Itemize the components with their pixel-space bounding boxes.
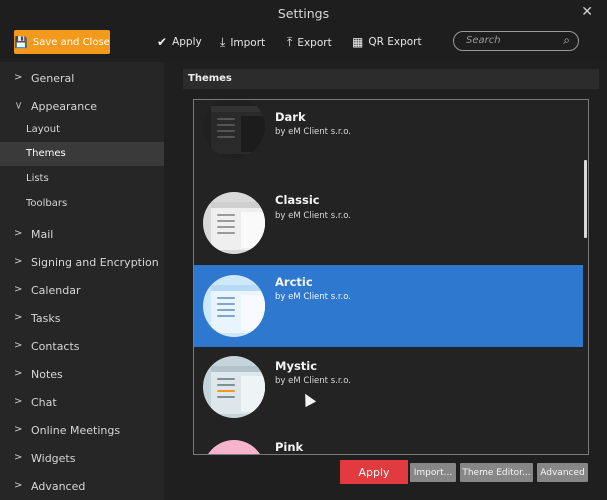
chevron-right-icon: > <box>14 72 23 83</box>
sidebar-item-label: General <box>31 72 75 85</box>
theme-item-mystic[interactable]: Mystic by eM Client s.r.o. <box>194 348 583 430</box>
theme-name: Arctic <box>275 275 313 289</box>
sidebar-item-label: Widgets <box>31 452 76 465</box>
section-header: Themes <box>183 69 599 89</box>
advanced-button[interactable]: Advanced <box>537 463 588 482</box>
section-title: Themes <box>188 73 232 84</box>
sidebar-subitem-toolbars[interactable]: Toolbars <box>0 192 164 216</box>
theme-author: by eM Client s.r.o. <box>275 211 352 221</box>
apply-button[interactable]: Apply <box>340 460 408 484</box>
apply-toolbar-button[interactable]: ✔ Apply <box>157 35 202 49</box>
theme-name: Classic <box>275 193 320 207</box>
sidebar-subitem-label: Layout <box>26 124 60 135</box>
qr-code-icon: ▦ <box>352 35 364 49</box>
sidebar-subitem-label: Lists <box>26 173 49 184</box>
theme-thumbnail <box>203 275 265 337</box>
sidebar-subitem-label: Toolbars <box>26 198 68 209</box>
sidebar-item-label: Notes <box>31 368 63 381</box>
theme-item-pink[interactable]: Pink <box>194 430 583 454</box>
sidebar-subitem-layout[interactable]: Layout <box>0 118 164 142</box>
sidebar-item-label: Chat <box>31 396 57 409</box>
search-icon: ⌕ <box>563 33 570 47</box>
import-toolbar-label: Import <box>230 36 266 49</box>
sidebar-item-label: Contacts <box>31 340 80 353</box>
theme-thumbnail <box>203 100 265 158</box>
search-placeholder: Search <box>466 35 501 46</box>
chevron-right-icon: > <box>14 312 23 323</box>
save-and-close-button[interactable]: 💾 Save and Close <box>14 30 110 54</box>
sidebar-item-label: Tasks <box>31 312 61 325</box>
chevron-right-icon: > <box>14 424 23 435</box>
chevron-down-icon: > <box>12 101 24 110</box>
toolbar: 💾 Save and Close ✔ Apply ⤓ Import ⤒ Expo… <box>0 28 607 58</box>
apply-toolbar-label: Apply <box>172 36 202 48</box>
sidebar-item-label: Mail <box>31 228 54 241</box>
scrollbar-thumb[interactable] <box>584 160 587 238</box>
sidebar-subitem-themes[interactable]: Themes <box>0 142 164 166</box>
theme-author: by eM Client s.r.o. <box>275 376 352 386</box>
import-toolbar-button[interactable]: ⤓ Import <box>220 35 265 50</box>
import-button[interactable]: Import... <box>410 463 456 482</box>
download-icon: ⤓ <box>220 35 226 49</box>
sidebar-item-label: Calendar <box>31 284 81 297</box>
chevron-right-icon: > <box>14 284 23 295</box>
check-icon: ✔ <box>157 35 168 49</box>
theme-thumbnail <box>203 440 265 454</box>
close-icon[interactable]: ✕ <box>581 4 593 20</box>
sidebar-item-label: Online Meetings <box>31 424 121 437</box>
chevron-right-icon: > <box>14 368 23 379</box>
sidebar-item-label: Advanced <box>31 480 86 493</box>
export-toolbar-label: Export <box>297 36 332 49</box>
theme-name: Pink <box>275 440 304 454</box>
theme-name: Mystic <box>275 359 318 373</box>
export-toolbar-button[interactable]: ⤒ Export <box>287 35 332 50</box>
sidebar: > General > Appearance Layout Themes Lis… <box>0 62 164 500</box>
theme-item-arctic[interactable]: Arctic by eM Client s.r.o. <box>194 265 583 347</box>
theme-editor-button[interactable]: Theme Editor... <box>460 463 533 482</box>
theme-author: by eM Client s.r.o. <box>275 127 352 137</box>
sidebar-item-label: Appearance <box>31 100 98 113</box>
theme-thumbnail <box>203 356 265 418</box>
search-input[interactable]: Search ⌕ <box>453 31 579 51</box>
chevron-right-icon: > <box>14 228 23 239</box>
upload-icon: ⤒ <box>287 35 293 49</box>
qr-export-toolbar-label: QR Export <box>368 36 422 48</box>
theme-name: Dark <box>275 110 306 124</box>
theme-list[interactable]: Dark by eM Client s.r.o. Classic by eM C… <box>193 99 589 455</box>
window-title: Settings <box>277 6 330 21</box>
title-bar: Settings ✕ <box>0 0 607 28</box>
sidebar-subitem-label: Themes <box>26 148 66 159</box>
chevron-right-icon: > <box>14 256 23 267</box>
theme-author: by eM Client s.r.o. <box>275 292 352 302</box>
chevron-right-icon: > <box>14 396 23 407</box>
chevron-right-icon: > <box>14 480 23 491</box>
theme-thumbnail <box>203 192 265 254</box>
save-and-close-label: Save and Close <box>32 36 110 48</box>
chevron-right-icon: > <box>14 340 23 351</box>
qr-export-toolbar-button[interactable]: ▦ QR Export <box>352 35 422 49</box>
save-icon: 💾 <box>14 35 28 49</box>
theme-item-dark[interactable]: Dark by eM Client s.r.o. <box>194 100 583 182</box>
chevron-right-icon: > <box>14 452 23 463</box>
sidebar-subitem-lists[interactable]: Lists <box>0 167 164 191</box>
sidebar-item-label: Signing and Encryption <box>31 256 159 269</box>
theme-item-classic[interactable]: Classic by eM Client s.r.o. <box>194 182 583 264</box>
